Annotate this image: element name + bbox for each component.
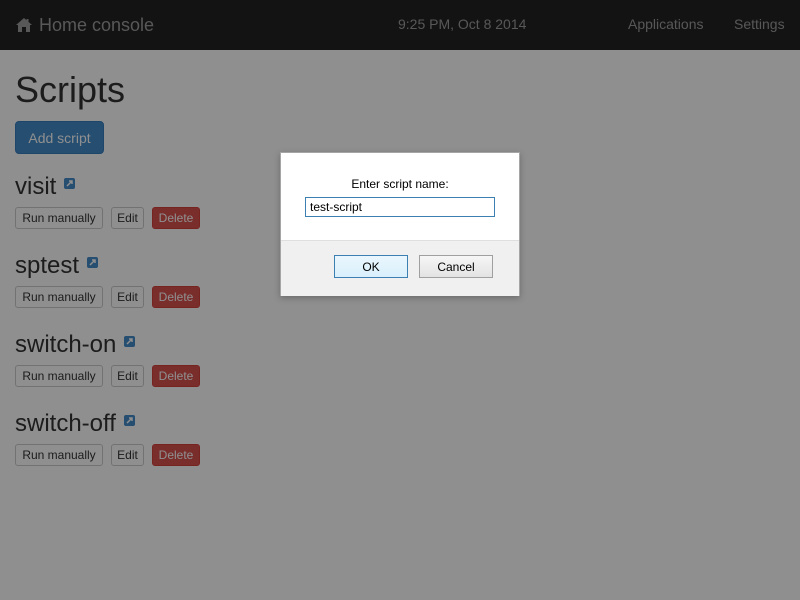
dialog-body: Enter script name: [281, 153, 519, 240]
modal-backdrop [0, 0, 800, 600]
dialog-prompt-text: Enter script name: [351, 177, 449, 191]
script-name-input[interactable] [305, 197, 495, 217]
prompt-dialog: Enter script name: OK Cancel [280, 152, 520, 296]
ok-button[interactable]: OK [334, 255, 408, 278]
dialog-footer: OK Cancel [281, 240, 519, 296]
cancel-button[interactable]: Cancel [419, 255, 493, 278]
